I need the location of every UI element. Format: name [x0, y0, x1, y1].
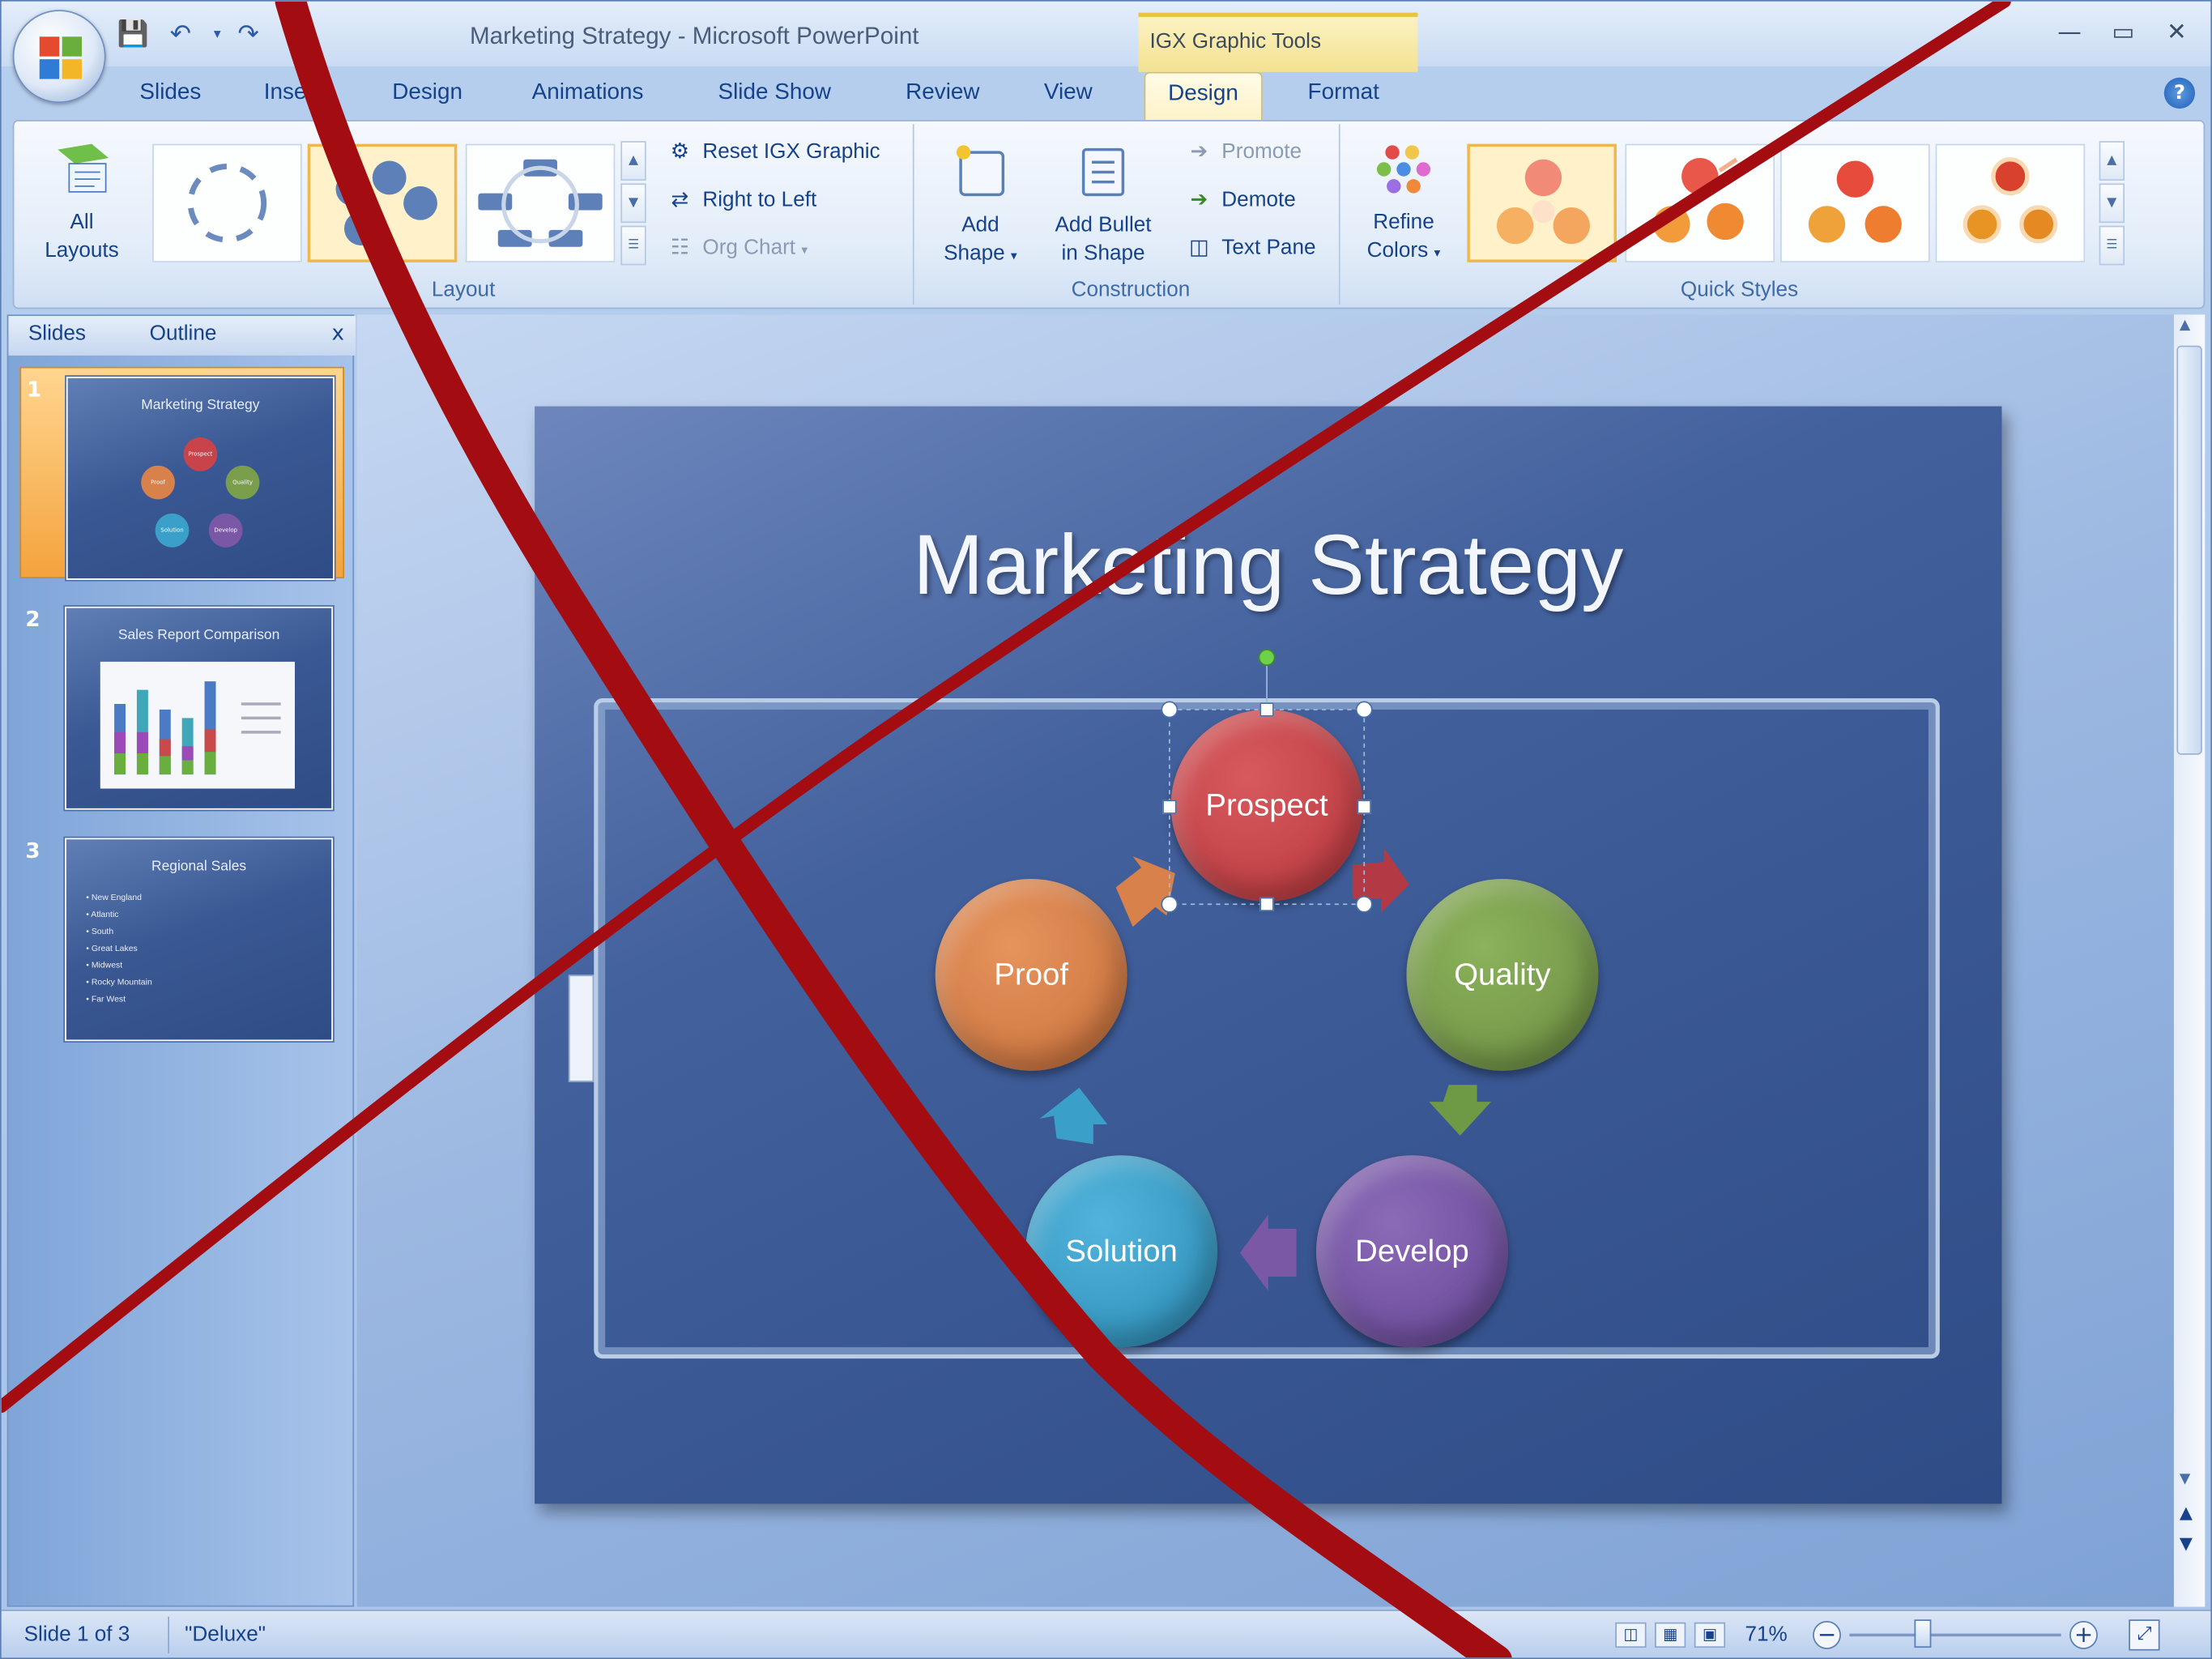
- fit-to-window-icon[interactable]: ⤢: [2129, 1619, 2160, 1651]
- resize-handle[interactable]: [1355, 895, 1373, 913]
- zoom-slider-thumb[interactable]: [1914, 1619, 1932, 1648]
- zoom-level[interactable]: 71%: [1745, 1623, 1787, 1647]
- selection-outline: [1168, 659, 1366, 906]
- resize-handle[interactable]: [1355, 701, 1373, 719]
- resize-handle[interactable]: [1161, 895, 1178, 913]
- theme-name: "Deluxe": [185, 1622, 266, 1647]
- normal-view-icon[interactable]: ◫: [1615, 1622, 1647, 1648]
- resize-handle[interactable]: [1357, 800, 1371, 814]
- zoom-in-icon[interactable]: +: [2069, 1620, 2098, 1649]
- resize-handle[interactable]: [1162, 800, 1177, 814]
- slide-show-icon[interactable]: ▣: [1694, 1622, 1726, 1648]
- zoom-out-icon[interactable]: −: [1813, 1620, 1841, 1649]
- office-button[interactable]: [12, 10, 106, 104]
- office-logo-icon: [39, 36, 83, 79]
- status-divider: [168, 1616, 170, 1654]
- powerpoint-window: 💾 ↶ ▾ ↷ Marketing Strategy - Microsoft P…: [0, 0, 2212, 1659]
- status-bar: Slide 1 of 3 "Deluxe" ◫ ▦ ▣ 71% − + ⤢: [1, 1610, 2211, 1658]
- slide-counter: Slide 1 of 3: [23, 1622, 130, 1647]
- zoom-slider-track[interactable]: [1849, 1633, 2061, 1637]
- resize-handle[interactable]: [1161, 701, 1178, 719]
- resize-handle[interactable]: [1259, 702, 1274, 717]
- resize-handle[interactable]: [1259, 897, 1274, 912]
- slide-sorter-icon[interactable]: ▦: [1655, 1622, 1686, 1648]
- rotation-handle[interactable]: [1258, 649, 1276, 666]
